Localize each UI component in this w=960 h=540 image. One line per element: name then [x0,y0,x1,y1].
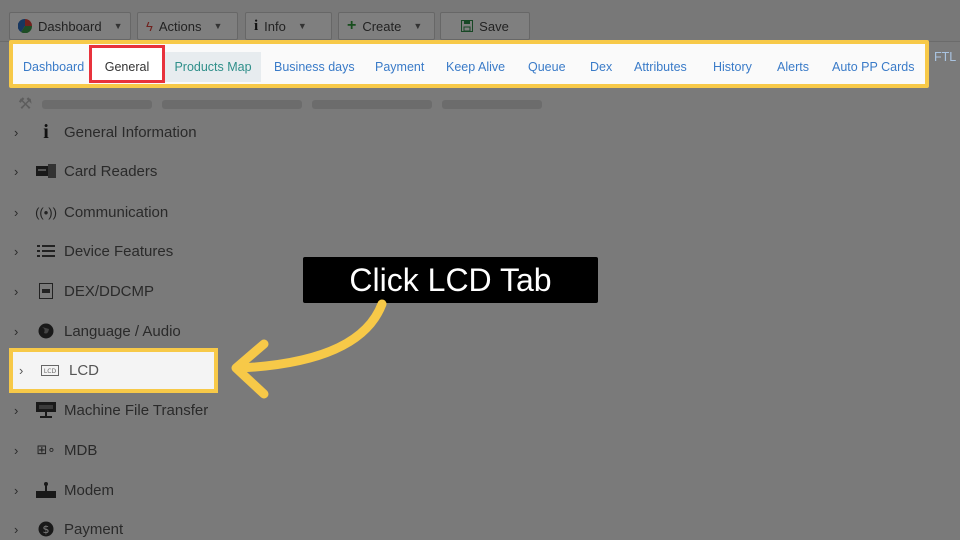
chevron-right-icon: › [14,402,19,418]
faint-bar [42,99,153,109]
card-reader-icon [36,162,56,180]
svg-text:LCD: LCD [44,368,57,375]
dashboard-menu-button[interactable]: Dashboard ▼ [9,12,131,40]
tree-item-label: Payment [64,520,124,538]
create-menu-button[interactable]: + Create ▼ [338,12,435,40]
tab-general-label: General [104,60,150,74]
chevron-right-icon: › [14,243,19,259]
chevron-right-icon: › [14,323,19,339]
actions-menu-button[interactable]: ϟ Actions ▼ [137,12,238,40]
tree-item-communication[interactable]: › ((•)) Communication [14,197,168,227]
tree-item-device-features[interactable]: › Device Features [14,236,173,266]
tree-item-label: Language / Audio [64,322,181,340]
tree-item-language-audio[interactable]: › Language / Audio [14,316,181,346]
chevron-right-icon: › [14,521,19,537]
tree-item-label: MDB [64,441,98,459]
floppy-icon [461,20,474,32]
pie-chart-icon [18,19,32,33]
tree-item-dex-ddcmp[interactable]: › DEX/DDCMP [14,276,154,306]
tree-item-label: Modem [64,481,115,499]
tree-item-label: Device Features [64,242,174,260]
tree-item-label: Card Readers [64,162,158,180]
tree-item-label: Machine File Transfer [64,401,209,419]
tree-item-label: DEX/DDCMP [64,282,155,300]
network-icon: ⊞∘ [36,442,56,457]
tree-item-card-readers[interactable]: › Card Readers [14,156,157,186]
dollar-icon: $ [36,520,56,538]
dex-icon [36,282,56,300]
faint-bar [442,99,543,109]
antenna-icon: ((•)) [35,204,57,220]
chevron-right-icon: › [14,204,19,220]
caret-down-icon: ▼ [297,21,307,31]
lcd-icon: LCD [41,365,61,376]
chevron-right-icon: › [14,482,19,498]
tree-item-machine-file-transfer[interactable]: › Machine File Transfer [14,395,208,425]
caret-down-icon: ▼ [113,21,123,31]
tools-icon: ⚒ [18,96,33,113]
save-button-label: Save [479,18,509,34]
list-icon [36,242,56,260]
chevron-right-icon: › [14,124,19,140]
tree-item-label: LCD [69,362,100,379]
tab-ftl[interactable]: FTL [934,50,956,64]
ftp-icon [36,401,56,419]
chevron-right-icon: › [14,442,19,458]
svg-text:$: $ [43,523,50,536]
tree-item-general-information[interactable]: › i General Information [14,117,197,147]
content-area [0,86,960,540]
chevron-right-icon: › [14,163,19,179]
info-menu-button[interactable]: i Info ▼ [245,12,332,40]
actions-menu-label: Actions [158,18,202,34]
dashboard-menu-label: Dashboard [38,18,102,34]
caret-down-icon: ▼ [213,21,223,31]
pointer-arrow [231,299,387,399]
toolbar: Dashboard ▼ ϟ Actions ▼ i Info ▼ + Creat… [0,0,960,42]
faint-bar [312,99,433,109]
caret-down-icon: ▼ [413,21,423,31]
tree-item-label: General Information [64,123,197,141]
tree-item-label: Communication [64,203,169,221]
faint-bar [162,99,303,109]
info-menu-label: Info [264,18,286,34]
info-icon: i [43,120,49,143]
modem-icon [36,481,56,499]
globe-icon [36,322,56,340]
create-menu-label: Create [362,18,402,34]
save-button[interactable]: Save [440,12,530,40]
tree-item-mdb[interactable]: › ⊞∘ MDB [14,435,97,465]
tree-item-payment[interactable]: › $ Payment [14,514,123,540]
bolt-icon: ϟ [146,18,153,34]
info-icon: i [254,17,259,34]
faint-header-row: ⚒ [18,96,578,113]
tree-item-lcd[interactable]: › LCD LCD [9,348,218,393]
plus-icon: + [347,17,357,34]
tree-item-modem[interactable]: › Modem [14,475,114,505]
tab-general[interactable]: General [89,45,165,83]
chevron-right-icon: › [19,363,24,378]
chevron-right-icon: › [14,283,19,299]
